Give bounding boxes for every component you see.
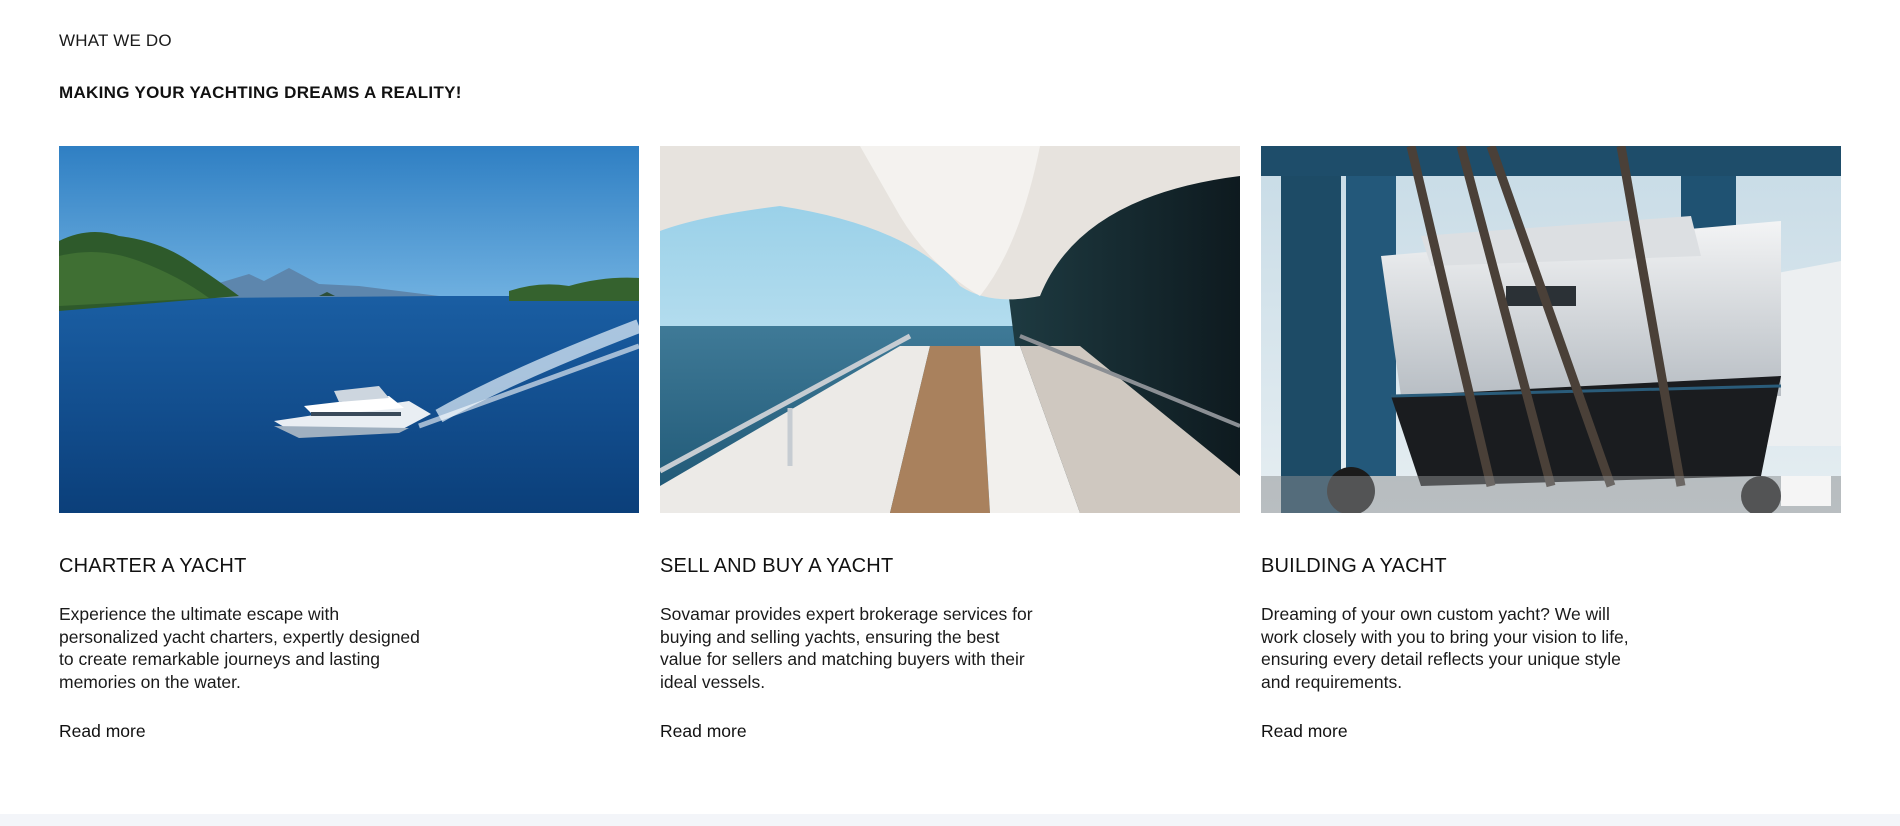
read-more-link[interactable]: Read more <box>59 721 146 742</box>
shipyard-lift-image[interactable] <box>1261 146 1841 513</box>
deck-walkway-image[interactable] <box>660 146 1240 513</box>
card-charter: CHARTER A YACHT Experience the ultimate … <box>59 146 639 742</box>
card-description: Experience the ultimate escape with pers… <box>59 604 420 692</box>
card-building: BUILDING A YACHT Dreaming of your own cu… <box>1261 146 1841 742</box>
card-description: Dreaming of your own custom yacht? We wi… <box>1261 604 1629 692</box>
read-more-link[interactable]: Read more <box>1261 721 1348 742</box>
card-title: SELL AND BUY A YACHT <box>660 555 894 577</box>
next-section-band <box>0 814 1900 826</box>
card-title: BUILDING A YACHT <box>1261 555 1447 577</box>
what-we-do-section: WHAT WE DO MAKING YOUR YACHTING DREAMS A… <box>0 0 1900 826</box>
read-more-link[interactable]: Read more <box>660 721 747 742</box>
section-eyebrow: WHAT WE DO <box>59 31 172 50</box>
card-description: Sovamar provides expert brokerage servic… <box>660 604 1033 692</box>
card-sell-buy: SELL AND BUY A YACHT Sovamar provides ex… <box>660 146 1240 742</box>
service-cards: CHARTER A YACHT Experience the ultimate … <box>59 146 1842 742</box>
section-headline: MAKING YOUR YACHTING DREAMS A REALITY! <box>59 83 462 102</box>
card-title: CHARTER A YACHT <box>59 555 247 577</box>
charter-yacht-image[interactable] <box>59 146 639 513</box>
